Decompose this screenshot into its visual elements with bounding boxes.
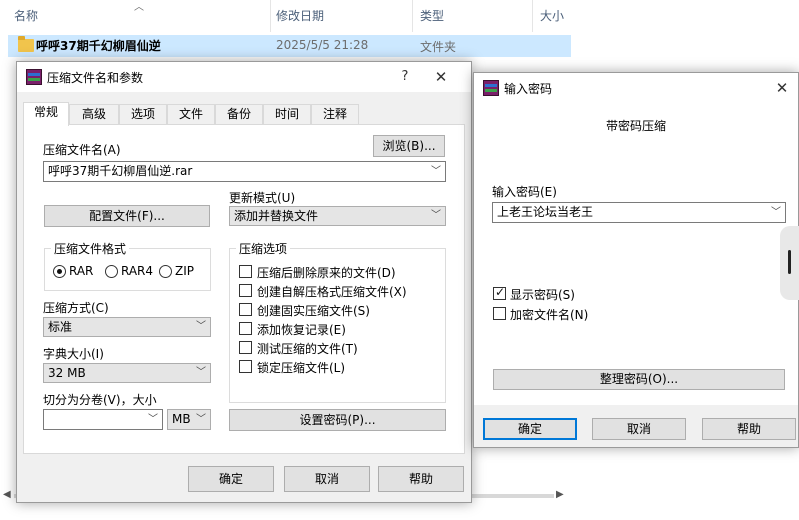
winrar-icon: [483, 80, 499, 96]
file-row[interactable]: 呼呼37期千幻柳眉仙逆 2025/5/5 21:28 文件夹: [8, 35, 571, 57]
radio-zip[interactable]: [159, 265, 172, 278]
help-button[interactable]: 帮助: [378, 466, 464, 492]
archive-name-field[interactable]: 呼呼37期千幻柳眉仙逆.rar ﹀: [43, 161, 446, 182]
checkbox-test-label: 测试压缩的文件(T): [257, 342, 358, 356]
dict-size-label: 字典大小(I): [43, 347, 104, 361]
format-group: 压缩文件格式 RAR RAR4 ZIP: [44, 240, 211, 291]
file-date: 2025/5/5 21:28: [276, 38, 369, 52]
update-mode-value: 添加并替换文件: [234, 209, 319, 223]
tab-options[interactable]: 选项: [119, 104, 167, 125]
chevron-down-icon[interactable]: ﹀: [196, 318, 206, 336]
browse-button[interactable]: 浏览(B)...: [373, 135, 445, 157]
options-group: 压缩选项 压缩后删除原来的文件(D) 创建自解压格式压缩文件(X) 创建固实压缩…: [229, 240, 446, 403]
column-header-type[interactable]: 类型: [406, 0, 534, 32]
options-group-title: 压缩选项: [236, 240, 291, 257]
title-bar: 压缩文件名和参数 ? ✕: [17, 62, 471, 92]
chevron-down-icon[interactable]: ﹀: [431, 162, 441, 181]
dict-size-value: 32 MB: [48, 366, 86, 380]
password-label: 输入密码(E): [492, 185, 557, 199]
password-panel: 带密码压缩 输入密码(E) 上老王论坛当老王 ﹀ 显示密码(S) 加密文件名(N…: [474, 103, 798, 405]
profiles-button[interactable]: 配置文件(F)...: [44, 205, 210, 227]
cancel-button[interactable]: 取消: [284, 466, 370, 492]
organize-passwords-button[interactable]: 整理密码(O)...: [493, 369, 785, 390]
method-value: 标准: [48, 320, 73, 334]
set-password-button[interactable]: 设置密码(P)...: [229, 409, 446, 431]
tab-comment[interactable]: 注释: [311, 104, 359, 125]
dialog-heading: 带密码压缩: [605, 119, 666, 133]
update-mode-select[interactable]: 添加并替换文件 ﹀: [229, 206, 446, 226]
title-bar: 输入密码 ✕: [474, 73, 798, 103]
sort-up-icon: ︿: [134, 2, 144, 13]
chevron-down-icon[interactable]: ﹀: [431, 207, 441, 225]
file-type: 文件夹: [420, 40, 457, 54]
method-select[interactable]: 标准 ﹀: [43, 317, 211, 337]
tab-files[interactable]: 文件: [167, 104, 215, 125]
method-label: 压缩方式(C): [43, 301, 109, 315]
file-name: 呼呼37期千幻柳眉仙逆: [36, 39, 161, 53]
archive-name-label: 压缩文件名(A): [43, 143, 121, 157]
password-value: 上老王论坛当老王: [497, 205, 594, 219]
folder-icon: [18, 36, 34, 52]
winrar-icon: [26, 69, 42, 85]
checkbox-lock-label: 锁定压缩文件(L): [257, 361, 346, 375]
dict-size-select[interactable]: 32 MB ﹀: [43, 363, 211, 383]
split-unit-value: MB: [172, 412, 191, 426]
checkbox-show-password[interactable]: [493, 285, 506, 300]
radio-rar4-label: RAR4: [121, 264, 154, 278]
checkbox-test[interactable]: [239, 341, 252, 354]
split-volume-label: 切分为分卷(V)，大小: [43, 393, 157, 407]
radio-rar4[interactable]: [105, 265, 118, 278]
chevron-down-icon[interactable]: ﹀: [196, 410, 206, 429]
split-unit-select[interactable]: MB ﹀: [167, 409, 211, 430]
checkbox-sfx-label: 创建自解压格式压缩文件(X): [257, 285, 407, 299]
chevron-down-icon[interactable]: ﹀: [148, 410, 158, 429]
checkbox-delete-after[interactable]: [239, 265, 252, 278]
password-dialog: 输入密码 ✕ 带密码压缩 输入密码(E) 上老王论坛当老王 ﹀ 显示密码(S) …: [473, 72, 799, 448]
checkbox-lock[interactable]: [239, 360, 252, 373]
dialog-title: 压缩文件名和参数: [47, 71, 144, 85]
checkbox-solid-label: 创建固实压缩文件(S): [257, 304, 370, 318]
update-mode-label: 更新模式(U): [229, 191, 296, 205]
cancel-button[interactable]: 取消: [592, 418, 686, 440]
split-volume-field[interactable]: ﹀: [43, 409, 163, 430]
column-header-size[interactable]: 大小: [526, 0, 586, 32]
checkbox-encrypt-names-label: 加密文件名(N): [510, 308, 589, 322]
checkbox-delete-after-label: 压缩后删除原来的文件(D): [257, 266, 396, 280]
scroll-right-icon[interactable]: ▶: [556, 489, 564, 500]
chevron-down-icon[interactable]: ﹀: [196, 364, 206, 382]
ok-button[interactable]: 确定: [188, 466, 274, 492]
tab-advanced[interactable]: 高级: [69, 104, 119, 125]
tab-backup[interactable]: 备份: [215, 104, 263, 125]
format-group-title: 压缩文件格式: [51, 240, 130, 257]
column-header-date[interactable]: 修改日期: [262, 0, 412, 32]
checkbox-solid[interactable]: [239, 303, 252, 316]
password-field[interactable]: 上老王论坛当老王 ﹀: [492, 202, 786, 223]
scroll-handle[interactable]: [780, 226, 799, 300]
archive-params-dialog: 压缩文件名和参数 ? ✕ 常规 高级 选项 文件 备份 时间 注释 压缩文件名(…: [16, 61, 472, 503]
tab-general[interactable]: 常规: [23, 102, 69, 126]
radio-rar-label: RAR: [69, 264, 94, 278]
help-button[interactable]: 帮助: [702, 418, 796, 440]
general-panel: 压缩文件名(A) 浏览(B)... 呼呼37期千幻柳眉仙逆.rar ﹀ 更新模式…: [23, 124, 465, 454]
help-icon[interactable]: ?: [391, 66, 419, 88]
checkbox-recovery[interactable]: [239, 322, 252, 335]
checkbox-encrypt-names[interactable]: [493, 307, 506, 320]
archive-name-value: 呼呼37期千幻柳眉仙逆.rar: [48, 164, 193, 178]
ok-button[interactable]: 确定: [483, 418, 577, 440]
radio-rar[interactable]: [53, 265, 66, 278]
scroll-left-icon[interactable]: ◀: [3, 489, 11, 500]
close-icon[interactable]: ✕: [768, 77, 796, 99]
checkbox-show-password-label: 显示密码(S): [510, 288, 575, 302]
chevron-down-icon[interactable]: ﹀: [771, 203, 781, 222]
close-icon[interactable]: ✕: [427, 66, 455, 88]
tab-time[interactable]: 时间: [263, 104, 311, 125]
checkbox-recovery-label: 添加恢复记录(E): [257, 323, 346, 337]
radio-zip-label: ZIP: [175, 264, 194, 278]
checkbox-sfx[interactable]: [239, 284, 252, 297]
dialog-title: 输入密码: [504, 82, 553, 96]
